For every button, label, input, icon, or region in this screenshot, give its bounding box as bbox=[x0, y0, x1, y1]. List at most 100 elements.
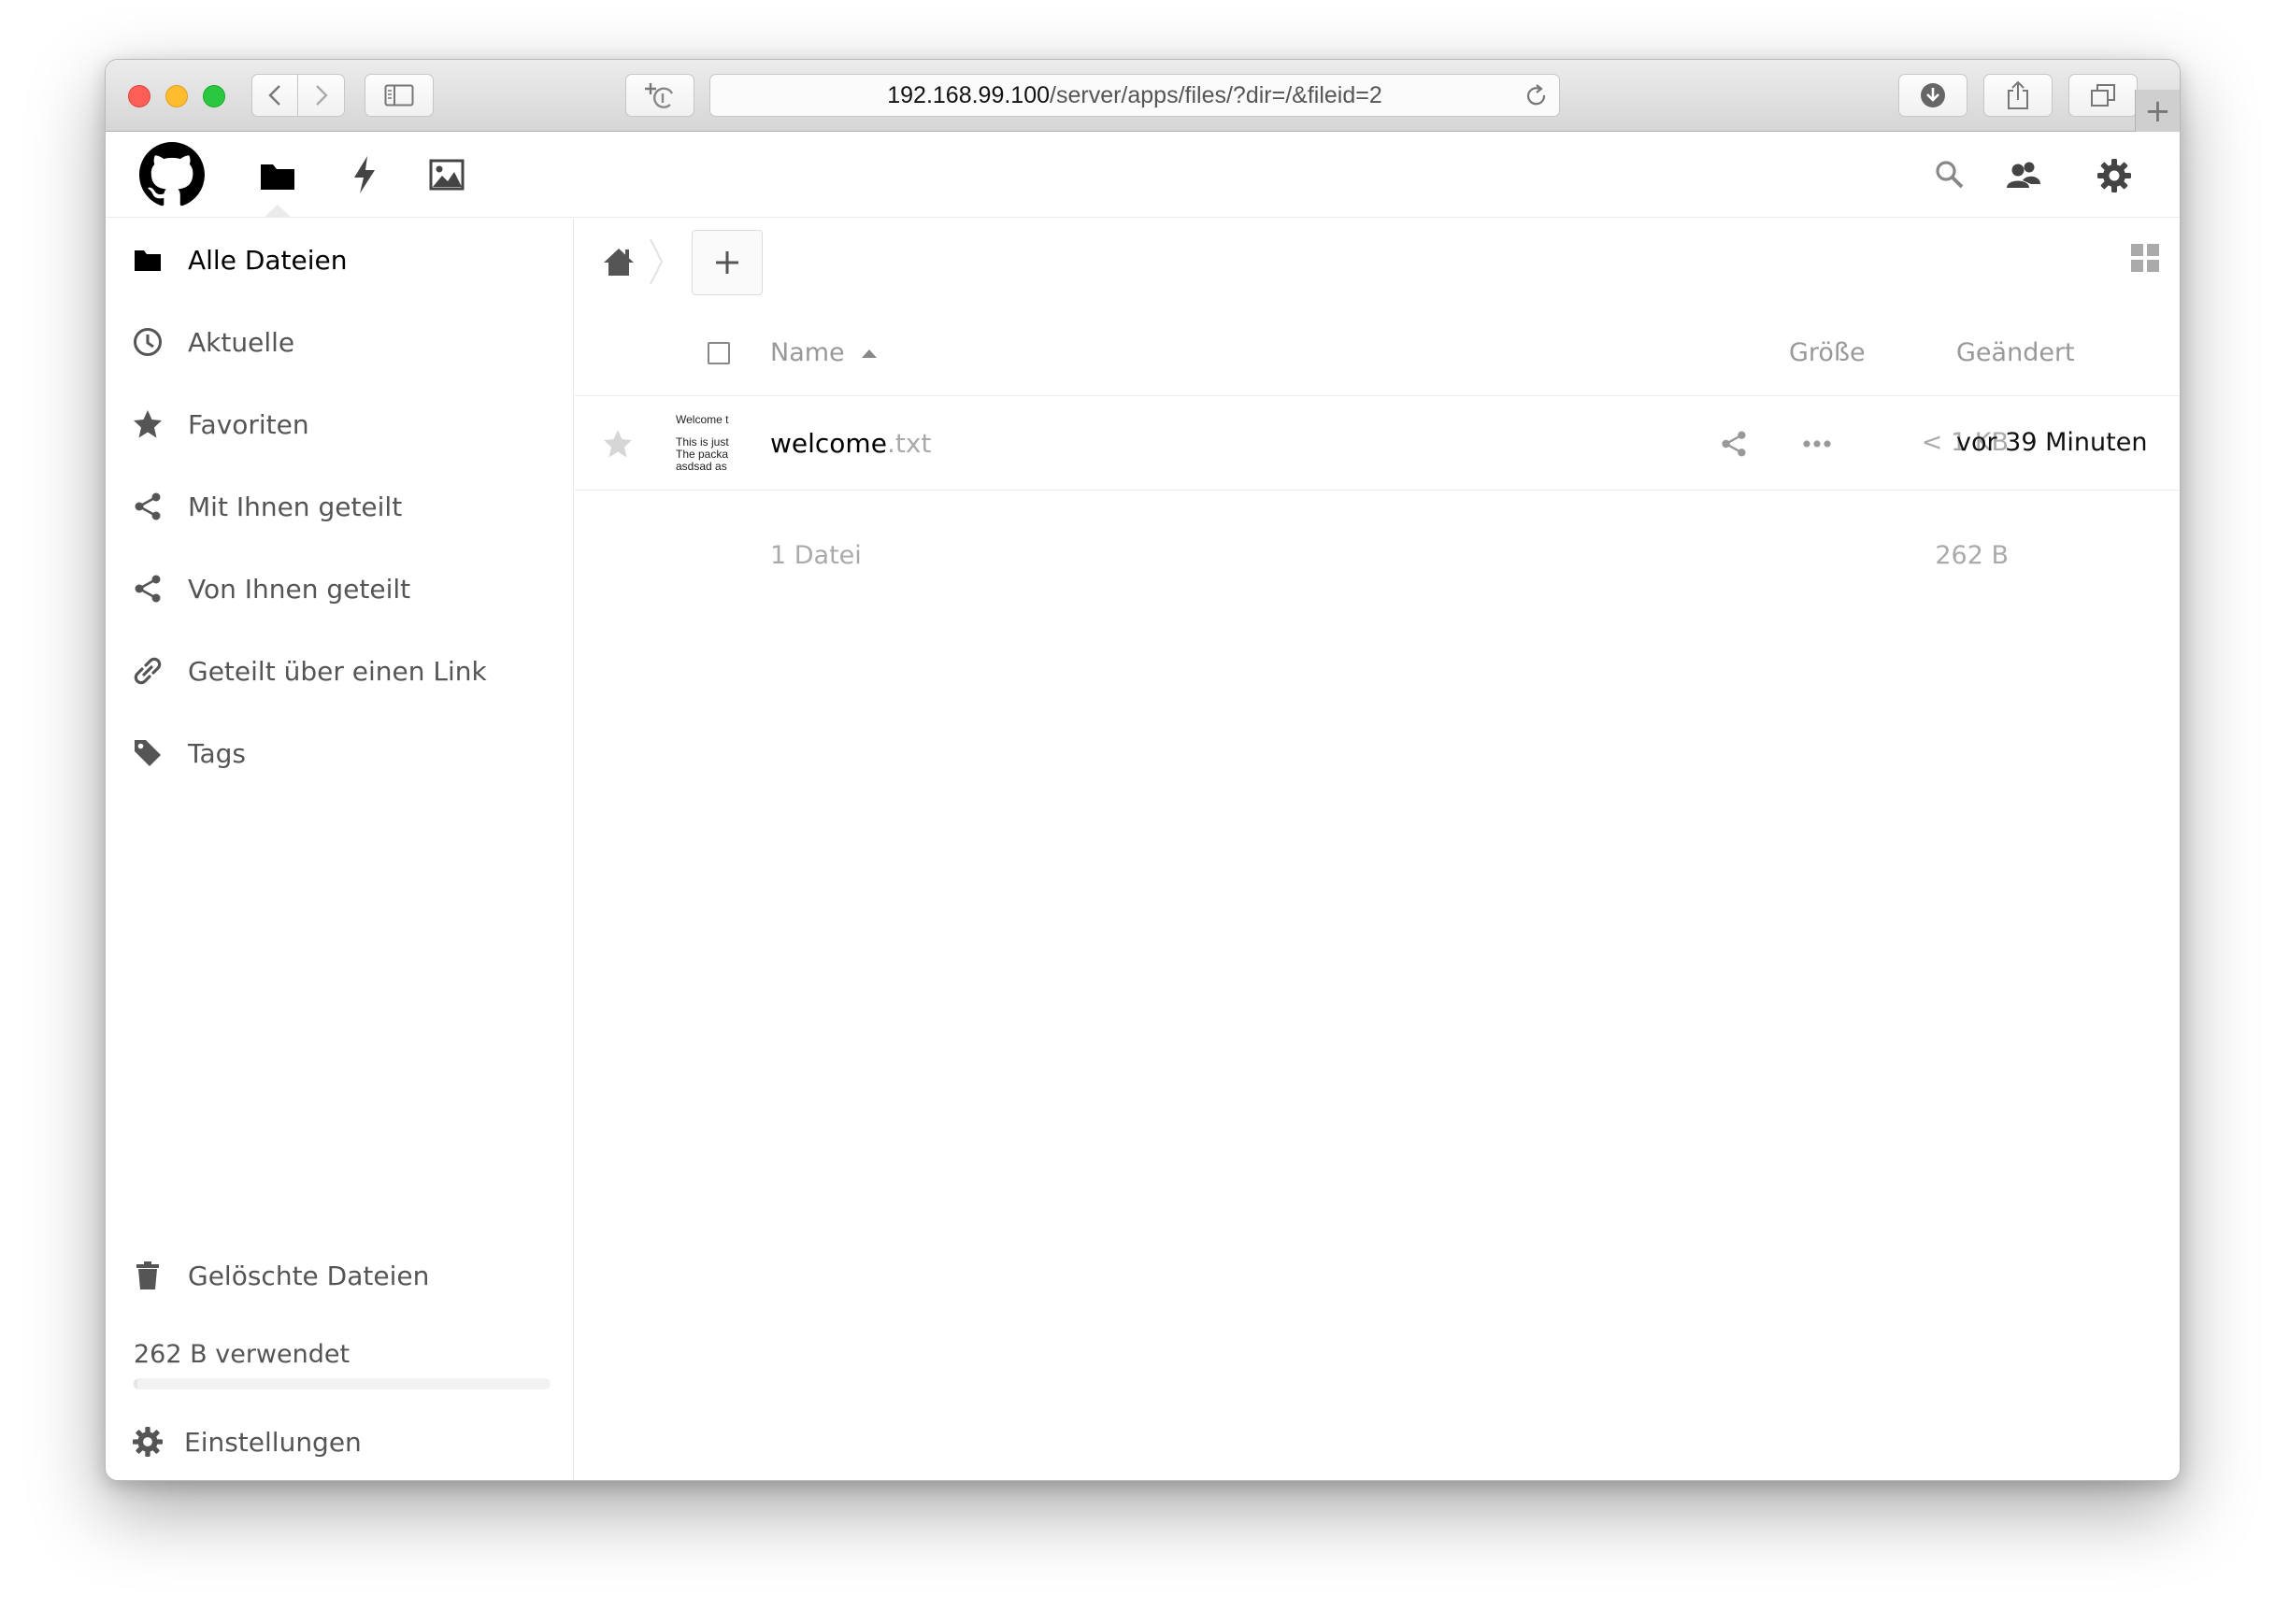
file-modified: vor 39 Minuten bbox=[1956, 428, 2148, 457]
reload-button[interactable] bbox=[1525, 84, 1548, 115]
sidebar-item-tags[interactable]: Tags bbox=[106, 712, 573, 794]
sidebar-item-recent[interactable]: Aktuelle bbox=[106, 301, 573, 383]
sidebar-item-shared-by-you[interactable]: Von Ihnen geteilt bbox=[106, 548, 573, 630]
file-table-header: Name Größe Geändert bbox=[575, 312, 2180, 396]
share-up-icon bbox=[2008, 80, 2028, 109]
file-name[interactable]: welcome.txt bbox=[770, 428, 931, 459]
downloads-button[interactable] bbox=[1898, 74, 1967, 117]
zoom-window-button[interactable] bbox=[203, 85, 225, 107]
back-forward-buttons bbox=[251, 74, 345, 117]
app-gallery-button[interactable] bbox=[427, 157, 466, 192]
url-path: /server/apps/files/?dir=/&fileid=2 bbox=[1050, 81, 1382, 108]
url-bar[interactable]: 192.168.99.100/server/apps/files/?dir=/&… bbox=[709, 74, 1560, 117]
new-file-button[interactable] bbox=[692, 230, 763, 295]
sidebar-item-all-files[interactable]: Alle Dateien bbox=[106, 219, 573, 301]
share-page-button[interactable] bbox=[1983, 74, 2053, 117]
trash-icon bbox=[132, 1260, 164, 1291]
reload-icon bbox=[1526, 84, 1546, 106]
minimize-window-button[interactable] bbox=[165, 85, 188, 107]
browser-toolbar: 192.168.99.100/server/apps/files/?dir=/&… bbox=[106, 60, 2180, 132]
new-tab-button[interactable]: + bbox=[2135, 90, 2180, 132]
download-icon bbox=[1921, 83, 1945, 107]
column-header-modified[interactable]: Geändert bbox=[1956, 338, 2075, 367]
gear-icon bbox=[2097, 159, 2131, 192]
chevron-right-icon bbox=[650, 238, 664, 285]
share-icon bbox=[132, 491, 164, 522]
file-basename: welcome bbox=[770, 428, 887, 459]
lightning-icon bbox=[354, 156, 375, 193]
sidebar-item-label: Mit Ihnen geteilt bbox=[188, 491, 403, 522]
select-all-checkbox[interactable] bbox=[708, 342, 730, 364]
url-host: 192.168.99.100 bbox=[887, 81, 1051, 108]
tag-icon bbox=[132, 737, 164, 769]
share-file-button[interactable] bbox=[1721, 431, 1747, 461]
file-thumbnail: Welcome t This is just The packa asdsad … bbox=[676, 414, 741, 474]
thumbnail-line: Welcome t bbox=[676, 414, 729, 426]
sidebar-settings-button[interactable]: Einstellungen bbox=[106, 1401, 573, 1480]
app-header bbox=[106, 133, 2180, 218]
sidebar-item-label: Favoriten bbox=[188, 408, 309, 440]
file-count-summary: 1 Datei bbox=[770, 541, 862, 570]
link-icon bbox=[132, 655, 164, 687]
sort-ascending-icon bbox=[861, 349, 877, 358]
forward-button[interactable] bbox=[298, 75, 344, 116]
column-header-name[interactable]: Name bbox=[770, 338, 877, 367]
gear-icon bbox=[132, 1426, 164, 1458]
app-files-button[interactable] bbox=[259, 157, 296, 194]
folder-icon bbox=[132, 244, 164, 276]
search-button[interactable] bbox=[1932, 157, 1967, 192]
search-icon bbox=[1936, 161, 1964, 189]
favorite-star-icon[interactable] bbox=[603, 429, 633, 463]
extension-button[interactable] bbox=[625, 74, 694, 117]
table-row[interactable]: Welcome t This is just The packa asdsad … bbox=[575, 397, 2180, 491]
sidebar-item-label: Tags bbox=[188, 737, 246, 769]
files-sidebar: Alle Dateien Aktuelle Favoriten Mit Ihne… bbox=[106, 219, 574, 1480]
sidebar-item-label: Aktuelle bbox=[188, 326, 295, 358]
close-window-button[interactable] bbox=[128, 85, 150, 107]
total-size-summary: 262 B bbox=[1935, 541, 2009, 570]
column-header-size[interactable]: Größe bbox=[1789, 338, 1866, 367]
sidebar-icon bbox=[384, 84, 414, 107]
back-button[interactable] bbox=[252, 75, 299, 116]
grid-view-toggle[interactable] bbox=[2131, 244, 2159, 276]
grid-icon bbox=[2131, 244, 2159, 272]
contacts-button[interactable] bbox=[2005, 157, 2042, 192]
quota-bar bbox=[134, 1378, 551, 1389]
new-tab-label: + bbox=[2144, 92, 2171, 130]
quota-bar-fill bbox=[134, 1378, 138, 1389]
github-logo-icon bbox=[139, 142, 205, 207]
star-icon bbox=[132, 408, 164, 440]
home-icon bbox=[604, 249, 634, 276]
sidebar-item-trash[interactable]: Gelöschte Dateien bbox=[106, 1234, 573, 1317]
sidebar-toggle-button[interactable] bbox=[365, 74, 434, 117]
image-icon bbox=[429, 159, 465, 191]
browser-window: 192.168.99.100/server/apps/files/?dir=/&… bbox=[105, 59, 2181, 1481]
tabs-icon bbox=[2091, 84, 2115, 107]
tabs-overview-button[interactable] bbox=[2068, 74, 2138, 117]
chevron-right-icon bbox=[315, 85, 328, 106]
file-extension: .txt bbox=[886, 428, 932, 459]
share-icon bbox=[1722, 431, 1746, 457]
sidebar-item-shared-by-link[interactable]: Geteilt über einen Link bbox=[106, 630, 573, 712]
active-app-indicator bbox=[265, 205, 291, 217]
reader-plus-icon bbox=[645, 83, 674, 108]
sidebar-item-label: Geteilt über einen Link bbox=[188, 655, 487, 687]
sidebar-item-shared-with-you[interactable]: Mit Ihnen geteilt bbox=[106, 465, 573, 548]
breadcrumb-home[interactable] bbox=[603, 247, 635, 280]
file-actions-menu-button[interactable] bbox=[1803, 431, 1831, 461]
contacts-icon bbox=[2007, 162, 2040, 188]
sidebar-item-favorites[interactable]: Favoriten bbox=[106, 383, 573, 465]
quota-label: 262 B verwendet bbox=[134, 1340, 351, 1369]
sidebar-item-label: Alle Dateien bbox=[188, 244, 348, 276]
breadcrumb-separator bbox=[648, 237, 665, 290]
share-icon bbox=[132, 573, 164, 605]
thumbnail-line: asdsad as bbox=[676, 460, 727, 473]
app-logo[interactable] bbox=[139, 142, 205, 207]
sidebar-item-label: Von Ihnen geteilt bbox=[188, 573, 411, 605]
folder-icon bbox=[261, 164, 294, 190]
plus-icon bbox=[716, 251, 738, 274]
sidebar-item-label: Einstellungen bbox=[184, 1426, 362, 1458]
clock-icon bbox=[132, 326, 164, 358]
app-activity-button[interactable] bbox=[346, 155, 383, 194]
settings-menu-button[interactable] bbox=[2096, 157, 2133, 194]
